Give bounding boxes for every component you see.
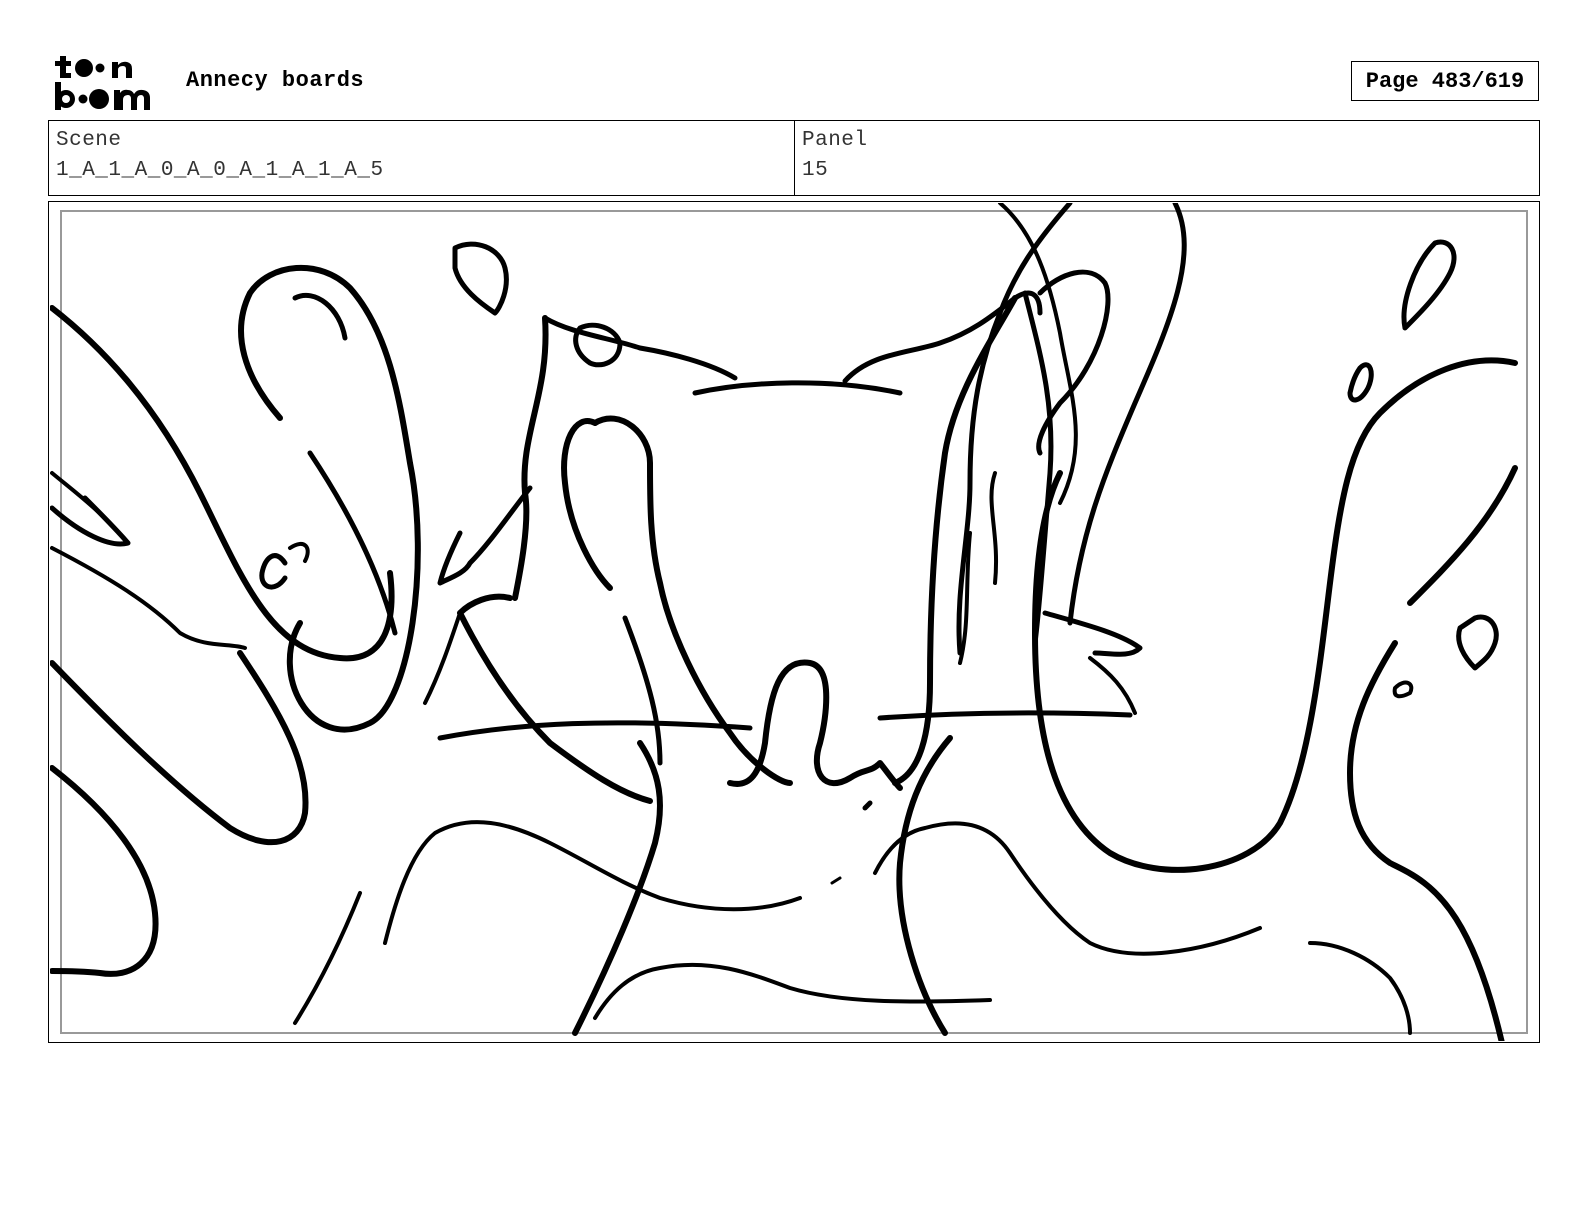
toonboom-logo-icon — [55, 56, 150, 110]
storyboard-sketch — [50, 203, 1538, 1041]
storyboard-sketch-icon — [50, 203, 1518, 1041]
scene-value: 1_A_1_A_0_A_0_A_1_A_1_A_5 — [56, 159, 384, 182]
scene-cell: Scene 1_A_1_A_0_A_0_A_1_A_1_A_5 — [49, 121, 795, 195]
panel-cell: Panel 15 — [795, 121, 1539, 195]
page-counter: Page 483/619 — [1351, 61, 1539, 101]
document-title: Annecy boards — [186, 68, 365, 93]
page-counter-text: Page 483/619 — [1365, 68, 1525, 94]
panel-value: 15 — [802, 159, 829, 182]
scene-label: Scene — [56, 129, 122, 152]
scene-panel-info: Scene 1_A_1_A_0_A_0_A_1_A_1_A_5 Panel 15 — [48, 120, 1540, 196]
panel-label: Panel — [802, 129, 868, 152]
